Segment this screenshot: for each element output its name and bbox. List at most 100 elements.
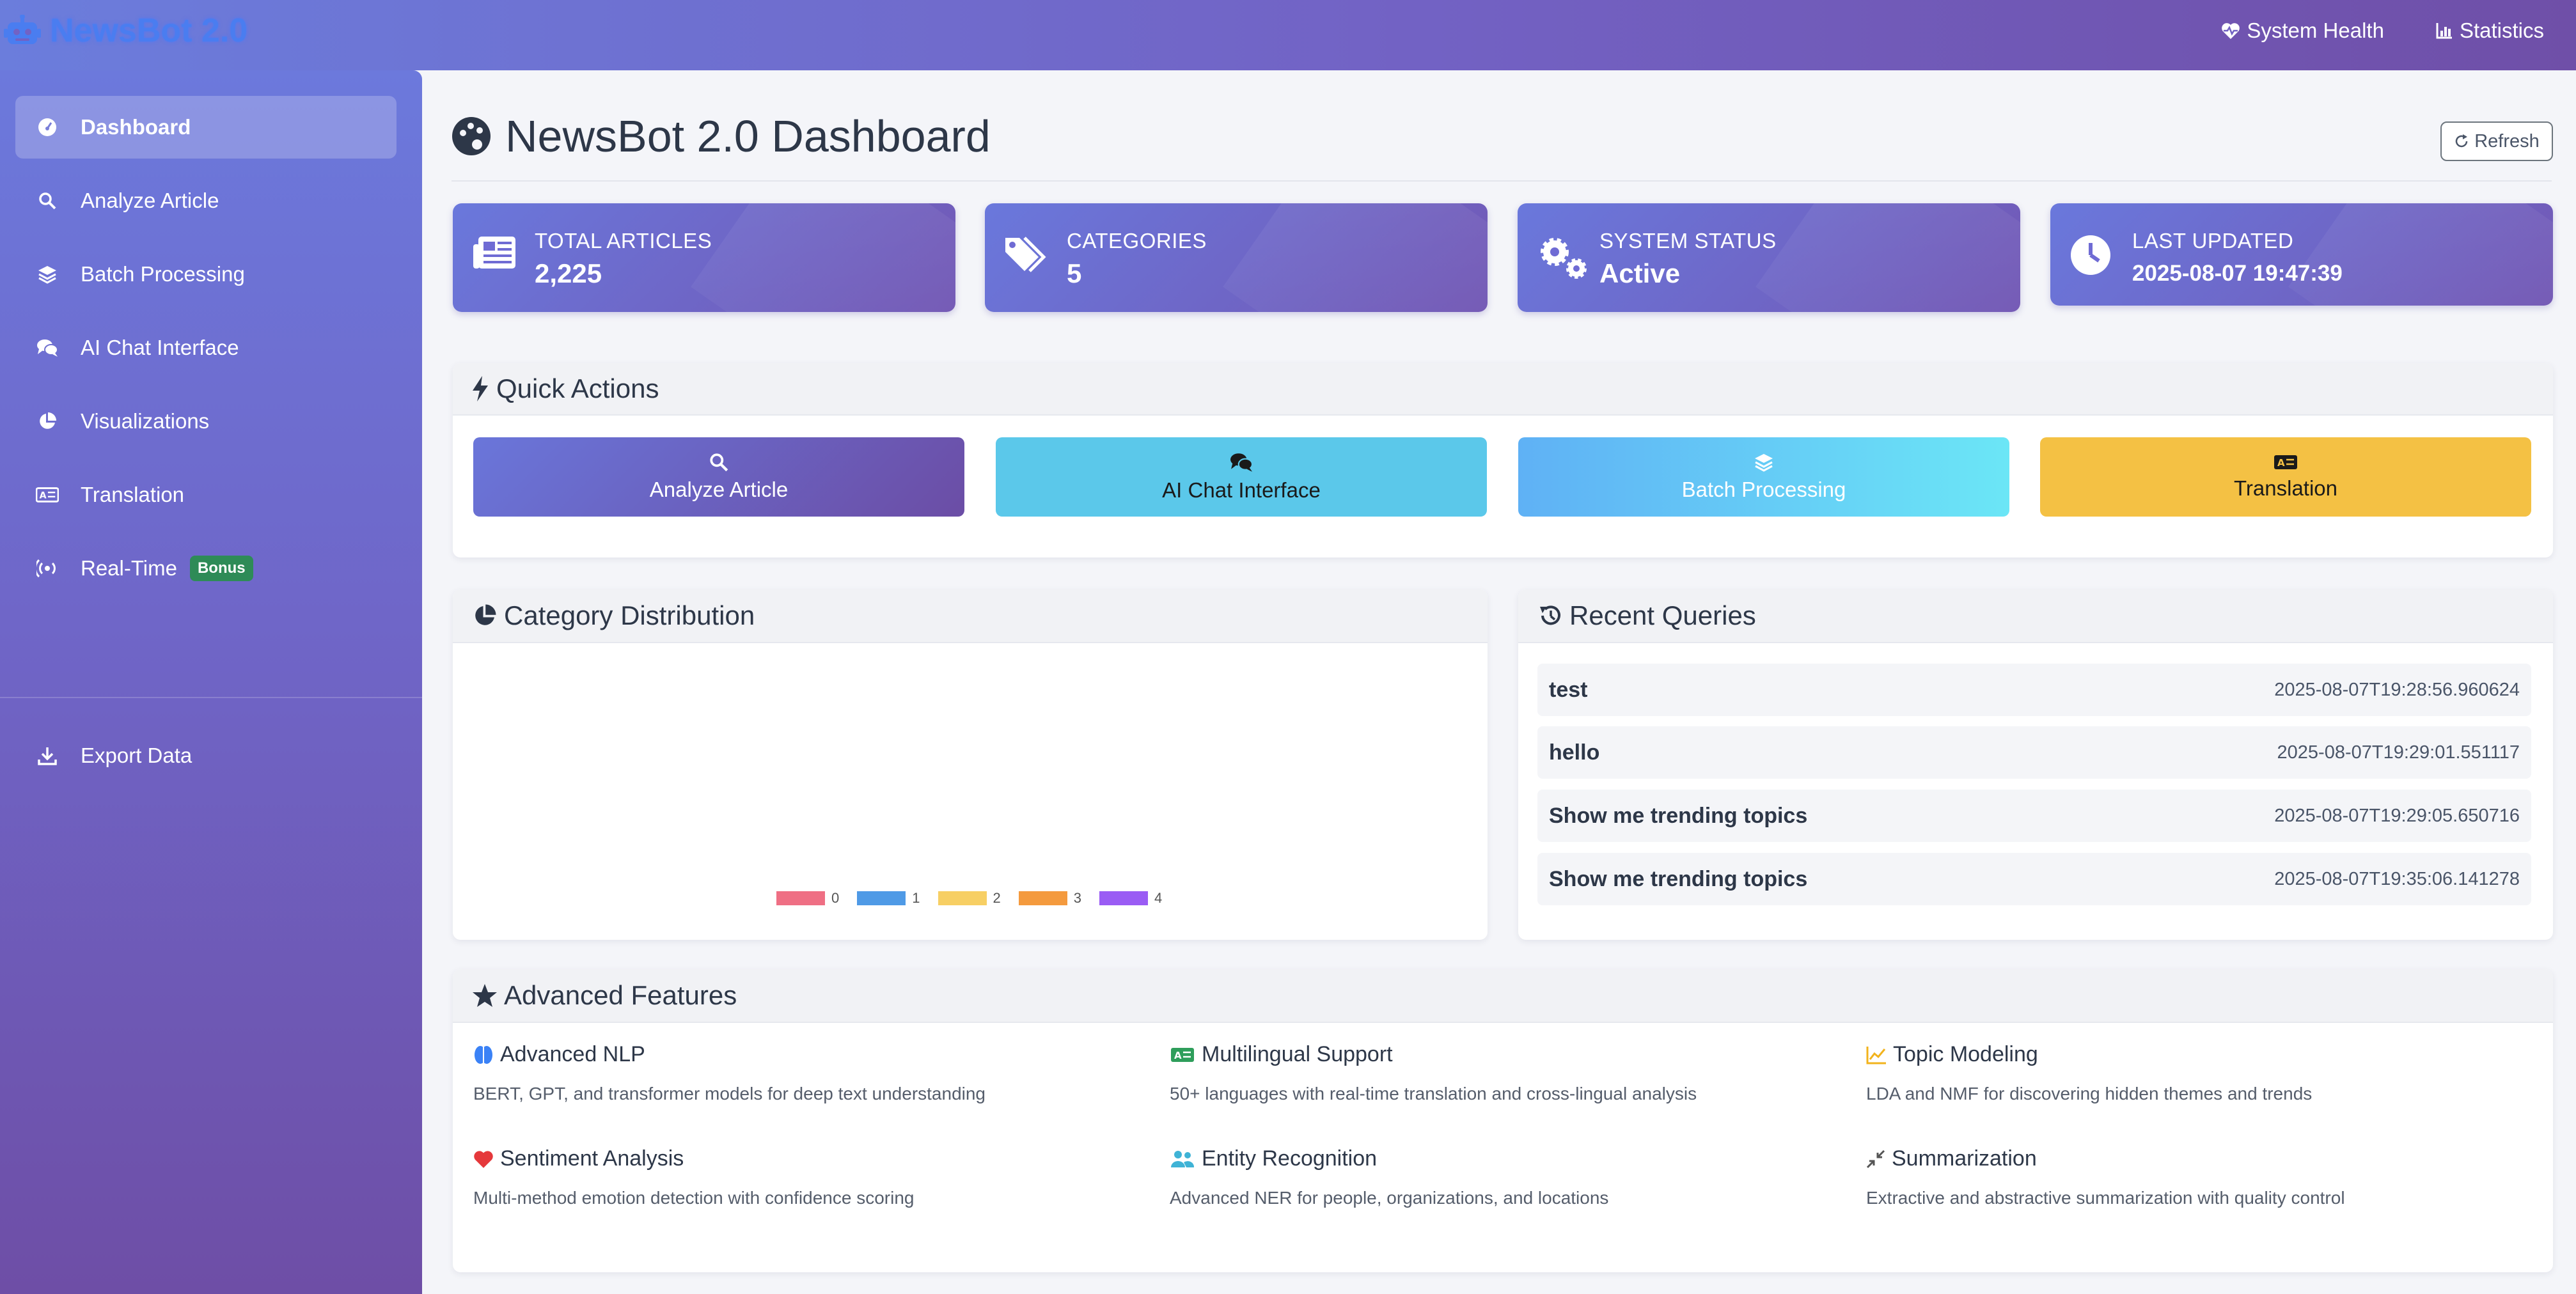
legend-item[interactable]: 0 [776,890,839,907]
users-icon [1170,1150,1195,1169]
bar-chart-icon [2435,22,2453,40]
bolt-icon [471,375,490,402]
query-timestamp: 2025-08-07T19:29:01.551117 [2277,742,2520,763]
heart-pulse-icon [2221,22,2240,40]
stat-value: Active [1599,258,1681,288]
query-timestamp: 2025-08-07T19:35:06.141278 [2274,868,2520,889]
cogs-icon [1537,234,1588,285]
sidebar-divider [0,697,422,698]
advanced-features-title: Advanced Features [504,980,737,1010]
stat-value: 2025-08-07 19:47:39 [2132,261,2343,286]
sidebar-item-label: Batch Processing [81,262,245,286]
sidebar-item-visualizations[interactable]: Visualizations [15,390,397,453]
query-row[interactable]: hello 2025-08-07T19:29:01.551117 [1537,726,2531,779]
legend-item[interactable]: 2 [938,890,1001,907]
brain-icon [473,1045,494,1065]
category-distribution-header: Category Distribution [453,589,1488,643]
feature-description: LDA and NMF for discovering hidden theme… [1866,1084,2313,1103]
feature-description: BERT, GPT, and transformer models for de… [473,1084,986,1103]
search-icon [36,189,59,212]
query-row[interactable]: Show me trending topics 2025-08-07T19:35… [1537,853,2531,905]
advanced-features-header: Advanced Features [453,969,2553,1023]
legend-item[interactable]: 1 [857,890,920,907]
sidebar-item-analyze-article[interactable]: Analyze Article [15,169,397,232]
legend-label: 3 [1073,890,1081,906]
nav-system-health-label: System Health [2247,18,2384,42]
quick-action-ai-chat[interactable]: AI Chat Interface [996,437,1487,517]
nav-statistics[interactable]: Statistics [2435,19,2544,43]
feature-multilingual-support: A Multilingual Support 50+ languages wit… [1170,1042,1860,1104]
sidebar-item-label: AI Chat Interface [81,336,239,359]
stat-label: TOTAL ARTICLES [535,229,712,253]
stat-card-last-updated: LAST UPDATED 2025-08-07 19:47:39 [2050,203,2553,306]
legend-label: 2 [993,890,1001,906]
recent-queries-title: Recent Queries [1569,600,1756,630]
comments-icon [36,336,59,359]
heart-icon [473,1150,494,1169]
quick-action-label: AI Chat Interface [1162,478,1321,502]
feature-description: Advanced NER for people, organizations, … [1170,1188,1609,1208]
stat-card-categories: CATEGORIES 5 [985,203,1488,312]
legend-swatch [776,891,825,905]
language-icon: A [36,483,59,506]
sidebar: Dashboard Analyze Article Batch Processi… [0,70,422,1294]
legend-swatch [938,891,987,905]
sidebar-item-label: Translation [81,483,185,506]
download-icon [36,744,59,767]
svg-text:A: A [40,491,47,501]
recent-queries-header: Recent Queries [1518,589,2553,643]
feature-advanced-nlp: Advanced NLP BERT, GPT, and transformer … [473,1042,1164,1104]
layers-icon [1754,452,1774,472]
sidebar-item-ai-chat[interactable]: AI Chat Interface [15,316,397,379]
quick-action-label: Translation [2233,476,2338,500]
robot-icon [4,15,41,47]
legend-label: 0 [831,890,840,906]
refresh-icon [2454,134,2469,149]
stat-value: 5 [1067,258,1082,288]
pie-chart-icon [36,410,59,433]
search-icon [709,452,729,472]
stat-label: SYSTEM STATUS [1599,229,1777,253]
refresh-button[interactable]: Refresh [2440,121,2553,161]
legend-swatch [1018,891,1067,905]
sidebar-item-batch-processing[interactable]: Batch Processing [15,243,397,306]
feature-title: Multilingual Support [1202,1042,1393,1066]
advanced-features-card: Advanced Features [453,969,2553,1272]
sidebar-item-dashboard[interactable]: Dashboard [15,96,397,159]
query-timestamp: 2025-08-07T19:29:05.650716 [2274,805,2520,826]
stat-value: 2,225 [535,258,602,288]
stat-label: CATEGORIES [1067,229,1207,253]
brand[interactable]: NewsBot 2.0 [4,12,247,50]
quick-actions-title: Quick Actions [496,373,659,403]
stat-card-system-status: SYSTEM STATUS Active [1518,203,2020,312]
sidebar-item-label: Analyze Article [81,189,219,212]
query-text: Show me trending topics [1549,866,1808,891]
sidebar-item-translation[interactable]: A Translation [15,464,397,526]
gauge-icon [36,116,59,139]
stat-label: LAST UPDATED [2132,229,2294,253]
feature-description: 50+ languages with real-time translation… [1170,1084,1697,1103]
svg-text:A: A [2277,457,2285,469]
legend-item[interactable]: 4 [1099,890,1162,907]
legend-item[interactable]: 3 [1018,890,1081,907]
feature-title: Sentiment Analysis [500,1146,684,1171]
feature-description: Multi-method emotion detection with conf… [473,1188,915,1208]
query-row[interactable]: Show me trending topics 2025-08-07T19:29… [1537,790,2531,842]
layers-icon [36,263,59,286]
quick-action-label: Analyze Article [649,478,789,501]
feature-entity-recognition: Entity Recognition Advanced NER for peop… [1170,1146,1860,1208]
language-icon: A [2272,453,2299,471]
refresh-label: Refresh [2474,130,2540,152]
quick-action-translation[interactable]: A Translation [2040,437,2531,517]
query-timestamp: 2025-08-07T19:28:56.960624 [2274,679,2520,700]
sidebar-item-label: Real-Time [81,556,177,580]
query-row[interactable]: test 2025-08-07T19:28:56.960624 [1537,664,2531,716]
sidebar-item-label: Dashboard [81,115,191,139]
sidebar-item-export-data[interactable]: Export Data [15,724,397,787]
nav-system-health[interactable]: System Health [2221,19,2384,43]
quick-action-batch-processing[interactable]: Batch Processing [1518,437,2009,517]
quick-action-analyze-article[interactable]: Analyze Article [473,437,964,517]
clock-icon [2069,234,2121,285]
sidebar-item-real-time[interactable]: Real-Time Bonus [15,537,397,600]
query-text: Show me trending topics [1549,803,1808,828]
